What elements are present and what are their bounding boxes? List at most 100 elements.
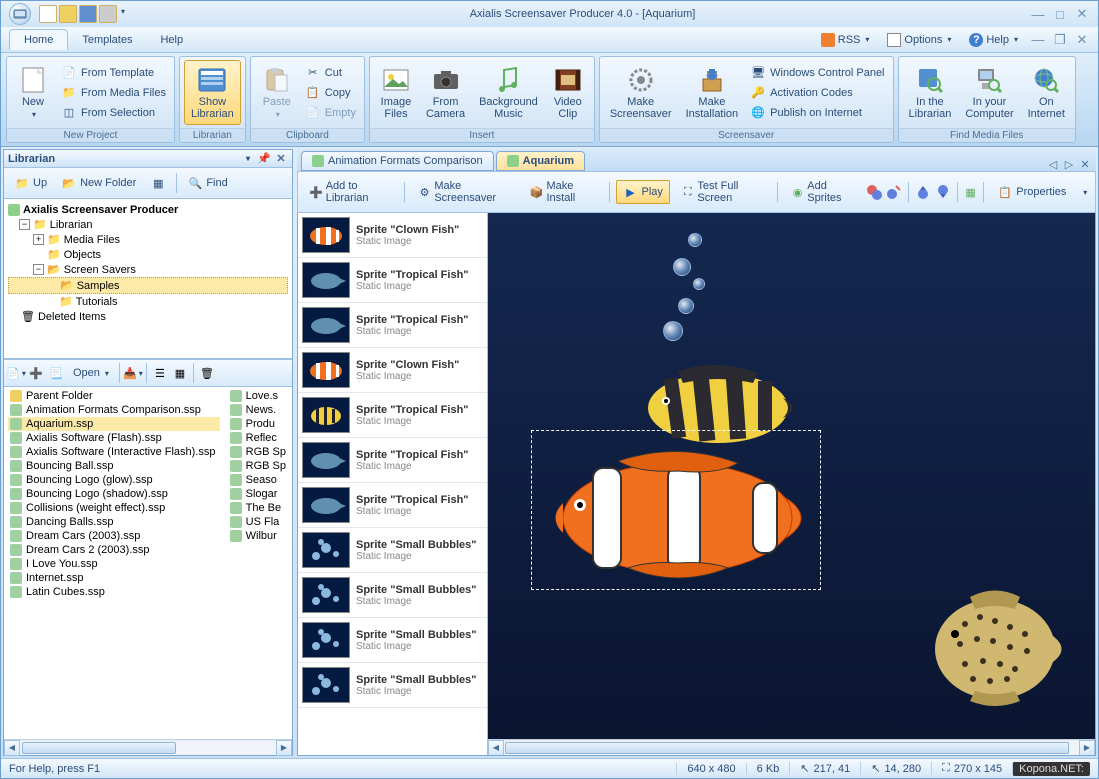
files-open-button[interactable]: Open bbox=[67, 364, 115, 382]
properties-button[interactable]: 📋Properties bbox=[990, 180, 1073, 204]
new-folder-button[interactable]: 📂New Folder bbox=[55, 172, 142, 194]
find-computer-button[interactable]: In your Computer bbox=[959, 60, 1019, 125]
files-doc-button[interactable]: 📃 bbox=[47, 364, 65, 382]
doc-more-button[interactable] bbox=[1077, 184, 1091, 200]
find-button[interactable]: 🔍Find bbox=[181, 172, 233, 194]
sprite-up-icon[interactable] bbox=[915, 184, 931, 200]
tab-close-button[interactable]: ✕ bbox=[1078, 157, 1092, 171]
test-fullscreen-button[interactable]: ⛶Test Full Screen bbox=[674, 176, 771, 208]
options-button[interactable]: Options bbox=[881, 31, 957, 49]
maximize-button[interactable]: □ bbox=[1052, 7, 1068, 21]
tree-samples[interactable]: 📂Samples bbox=[8, 277, 288, 294]
sprite-down-icon[interactable] bbox=[935, 184, 951, 200]
files-list[interactable]: Parent FolderAnimation Formats Compariso… bbox=[4, 387, 292, 739]
sprite-item[interactable]: Sprite "Small Bubbles"Static Image bbox=[298, 528, 487, 573]
image-files-button[interactable]: Image Files bbox=[374, 60, 418, 125]
sprite-item[interactable]: Sprite "Clown Fish"Static Image bbox=[298, 213, 487, 258]
file-item[interactable]: Axialis Software (Interactive Flash).ssp bbox=[8, 445, 220, 459]
help-button[interactable]: ? Help bbox=[963, 31, 1024, 49]
files-new-button[interactable]: 📄 bbox=[7, 364, 25, 382]
sprite-item[interactable]: Sprite "Tropical Fish"Static Image bbox=[298, 483, 487, 528]
sprite-list-icon[interactable]: ▦ bbox=[964, 184, 978, 200]
from-media-button[interactable]: 📁From Media Files bbox=[57, 83, 170, 103]
sprite-tool2-icon[interactable] bbox=[886, 184, 902, 200]
file-item[interactable]: Love.s bbox=[228, 389, 288, 403]
librarian-menu-button[interactable] bbox=[240, 152, 254, 166]
files-hscroll[interactable]: ◀ ▶ bbox=[4, 739, 292, 755]
file-item[interactable]: RGB Sp bbox=[228, 445, 288, 459]
scroll-right-icon[interactable]: ▶ bbox=[1079, 740, 1095, 756]
from-selection-button[interactable]: ◫From Selection bbox=[57, 103, 170, 123]
tree-root[interactable]: Axialis Screensaver Producer bbox=[8, 203, 288, 217]
file-item[interactable]: Animation Formats Comparison.ssp bbox=[8, 403, 220, 417]
files-grid-button[interactable]: ▦ bbox=[171, 364, 189, 382]
minimize-button[interactable]: — bbox=[1030, 7, 1046, 21]
background-music-button[interactable]: Background Music bbox=[473, 60, 544, 125]
file-item[interactable]: The Be bbox=[228, 501, 288, 515]
sprite-item[interactable]: Sprite "Clown Fish"Static Image bbox=[298, 348, 487, 393]
file-item[interactable]: Reflec bbox=[228, 431, 288, 445]
file-item[interactable]: Seaso bbox=[228, 473, 288, 487]
sprite-list[interactable]: Sprite "Clown Fish"Static ImageSprite "T… bbox=[298, 213, 488, 755]
sprite-item[interactable]: Sprite "Small Bubbles"Static Image bbox=[298, 663, 487, 708]
tree-tutorials[interactable]: 📁Tutorials bbox=[8, 294, 288, 309]
from-template-button[interactable]: 📄From Template bbox=[57, 63, 170, 83]
file-item[interactable]: News. bbox=[228, 403, 288, 417]
file-item[interactable]: Dream Cars (2003).ssp bbox=[8, 529, 220, 543]
new-button[interactable]: New bbox=[11, 60, 55, 125]
file-item[interactable]: RGB Sp bbox=[228, 459, 288, 473]
file-item[interactable]: Collisions (weight effect).ssp bbox=[8, 501, 220, 515]
add-librarian-button[interactable]: ➕Add to Librarian bbox=[302, 176, 398, 208]
rss-button[interactable]: RSS bbox=[815, 31, 876, 49]
sprite-item[interactable]: Sprite "Tropical Fish"Static Image bbox=[298, 393, 487, 438]
play-button[interactable]: ▶Play bbox=[616, 180, 670, 204]
file-item[interactable]: Bouncing Logo (shadow).ssp bbox=[8, 487, 220, 501]
file-item[interactable]: Slogar bbox=[228, 487, 288, 501]
publish-button[interactable]: 🌐Publish on Internet bbox=[746, 103, 888, 123]
collapse-icon[interactable]: − bbox=[19, 219, 30, 230]
files-delete-button[interactable]: 🗑 bbox=[198, 364, 216, 382]
qat-open-icon[interactable] bbox=[59, 5, 77, 23]
file-item[interactable]: Latin Cubes.ssp bbox=[8, 585, 220, 599]
tab-prev-button[interactable]: ◁ bbox=[1046, 157, 1060, 171]
file-item[interactable]: Dancing Balls.ssp bbox=[8, 515, 220, 529]
file-item[interactable]: Axialis Software (Flash).ssp bbox=[8, 431, 220, 445]
scroll-left-icon[interactable]: ◀ bbox=[4, 740, 20, 756]
canvas-hscroll[interactable]: ◀ ▶ bbox=[488, 739, 1095, 755]
tab-help[interactable]: Help bbox=[146, 30, 197, 50]
tree-librarian[interactable]: −📁Librarian bbox=[8, 217, 288, 232]
librarian-pin-button[interactable]: 📌 bbox=[257, 152, 271, 166]
show-librarian-button[interactable]: Show Librarian bbox=[184, 60, 241, 125]
collapse-icon[interactable]: − bbox=[33, 264, 44, 275]
tab-animation-formats[interactable]: Animation Formats Comparison bbox=[301, 151, 494, 171]
scroll-right-icon[interactable]: ▶ bbox=[276, 740, 292, 756]
sprite-item[interactable]: Sprite "Small Bubbles"Static Image bbox=[298, 618, 487, 663]
cut-button[interactable]: ✂Cut bbox=[301, 63, 360, 83]
sprite-item[interactable]: Sprite "Tropical Fish"Static Image bbox=[298, 303, 487, 348]
doc-make-screensaver-button[interactable]: ⚙Make Screensaver bbox=[411, 176, 519, 208]
files-import-button[interactable]: 📥 bbox=[124, 364, 142, 382]
mdi-restore-button[interactable]: ❐ bbox=[1052, 33, 1068, 47]
tree-screensavers[interactable]: −📂Screen Savers bbox=[8, 262, 288, 277]
file-item[interactable]: Parent Folder bbox=[8, 389, 220, 403]
make-installation-button[interactable]: Make Installation bbox=[680, 60, 745, 125]
librarian-close-button[interactable]: ✕ bbox=[274, 152, 288, 166]
expand-icon[interactable]: + bbox=[33, 234, 44, 245]
tab-templates[interactable]: Templates bbox=[68, 30, 146, 50]
paste-button[interactable]: Paste bbox=[255, 60, 299, 125]
tree-objects[interactable]: 📁Objects bbox=[8, 247, 288, 262]
mdi-close-button[interactable]: ✕ bbox=[1074, 33, 1090, 47]
doc-make-install-button[interactable]: 📦Make Install bbox=[523, 176, 603, 208]
qat-print-icon[interactable] bbox=[99, 5, 117, 23]
sprite-item[interactable]: Sprite "Small Bubbles"Static Image bbox=[298, 573, 487, 618]
close-button[interactable]: ✕ bbox=[1074, 7, 1090, 21]
scroll-left-icon[interactable]: ◀ bbox=[488, 740, 504, 756]
find-librarian-button[interactable]: In the Librarian bbox=[903, 60, 958, 125]
up-button[interactable]: 📁Up bbox=[8, 172, 53, 194]
tree-media[interactable]: +📁Media Files bbox=[8, 232, 288, 247]
file-item[interactable]: Produ bbox=[228, 417, 288, 431]
sprite-tool1-icon[interactable] bbox=[866, 184, 882, 200]
file-item[interactable]: Bouncing Ball.ssp bbox=[8, 459, 220, 473]
sprite-item[interactable]: Sprite "Tropical Fish"Static Image bbox=[298, 438, 487, 483]
canvas[interactable] bbox=[488, 213, 1095, 739]
